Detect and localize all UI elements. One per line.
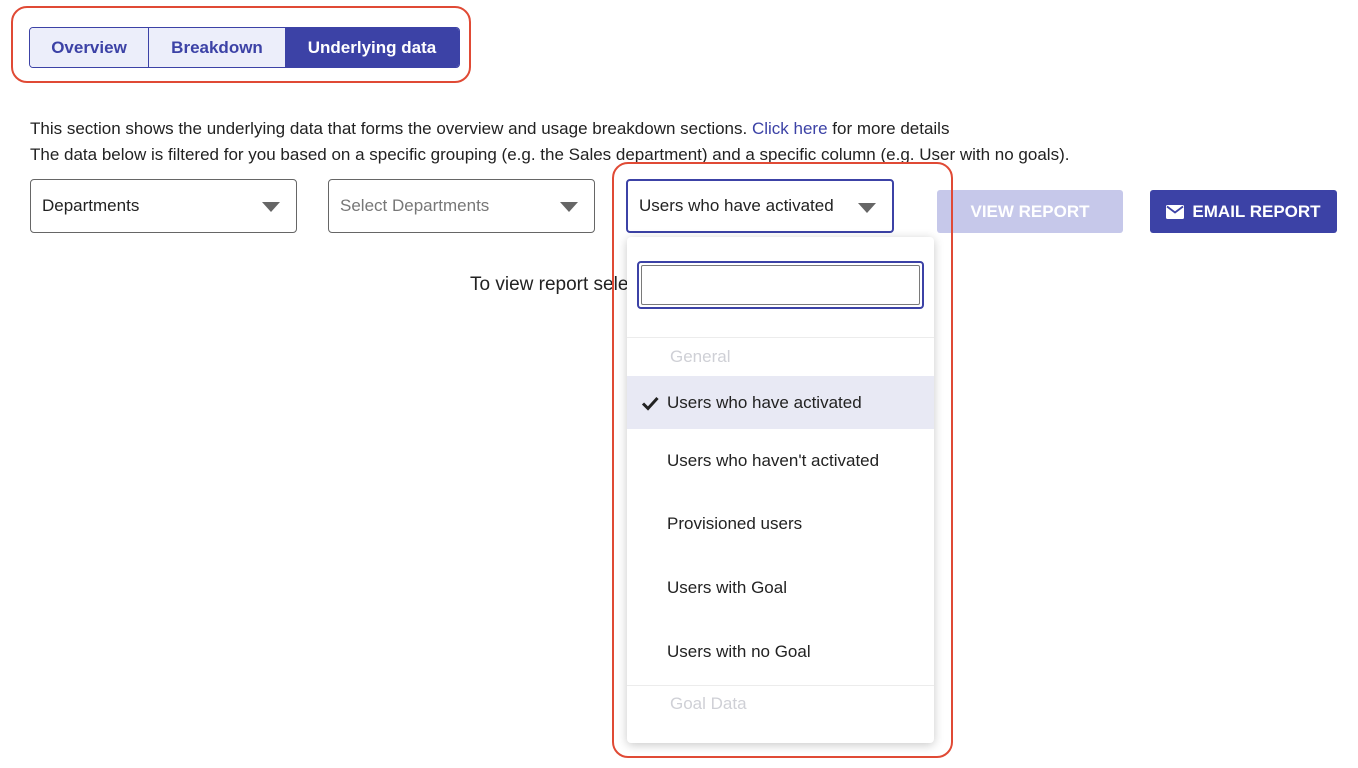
check-icon <box>641 396 659 411</box>
option-label: Users who have activated <box>667 392 862 412</box>
dropdown-option-provisioned[interactable]: Provisioned users <box>627 498 934 550</box>
departments-select[interactable]: Select Departments <box>328 179 595 233</box>
dropdown-divider <box>627 337 934 338</box>
description-line-1: This section shows the underlying data t… <box>30 116 1069 142</box>
dropdown-option-no-goal[interactable]: Users with no Goal <box>627 626 934 678</box>
empty-state-hint: To view report select <box>470 274 627 295</box>
details-link[interactable]: Click here <box>752 119 828 138</box>
option-label: Users with no Goal <box>667 642 811 661</box>
caret-down-icon <box>262 202 280 212</box>
dropdown-divider <box>627 685 934 686</box>
description-text-after: for more details <box>832 119 950 138</box>
departments-select-placeholder: Select Departments <box>340 196 490 215</box>
group-header-general: General <box>670 347 731 366</box>
column-select-value: Users who have activated <box>639 196 834 215</box>
description-text: This section shows the underlying data t… <box>30 119 748 138</box>
tab-overview[interactable]: Overview <box>30 28 149 67</box>
dropdown-option-with-goal[interactable]: Users with Goal <box>627 562 934 614</box>
option-label: Provisioned users <box>667 514 803 533</box>
grouping-select-value: Departments <box>42 196 140 215</box>
column-dropdown-menu: General Users who have activated Users w… <box>627 237 934 743</box>
tab-breakdown[interactable]: Breakdown <box>149 28 285 67</box>
dropdown-search-input[interactable] <box>641 265 920 305</box>
email-report-label: EMAIL REPORT <box>1192 201 1321 221</box>
envelope-icon <box>1166 204 1185 219</box>
tab-underlying-data[interactable]: Underlying data <box>285 28 459 67</box>
section-description: This section shows the underlying data t… <box>30 116 1069 168</box>
caret-down-icon <box>560 202 578 212</box>
option-label: Users who haven't activated <box>667 451 880 470</box>
view-report-button[interactable]: VIEW REPORT <box>937 190 1123 233</box>
grouping-select[interactable]: Departments <box>30 179 297 233</box>
group-header-goal-data: Goal Data <box>670 694 747 713</box>
dropdown-option-activated[interactable]: Users who have activated <box>627 376 934 429</box>
option-label: Users with Goal <box>667 578 787 597</box>
email-report-button[interactable]: EMAIL REPORT <box>1150 190 1337 233</box>
dropdown-search-wrapper <box>637 261 924 309</box>
description-line-2: The data below is filtered for you based… <box>30 145 1070 164</box>
tab-bar: Overview Breakdown Underlying data <box>29 27 460 68</box>
caret-down-icon <box>858 203 876 213</box>
dropdown-option-not-activated[interactable]: Users who haven't activated <box>627 435 934 487</box>
column-select[interactable]: Users who have activated <box>626 179 894 233</box>
page: Overview Breakdown Underlying data This … <box>0 0 1358 768</box>
